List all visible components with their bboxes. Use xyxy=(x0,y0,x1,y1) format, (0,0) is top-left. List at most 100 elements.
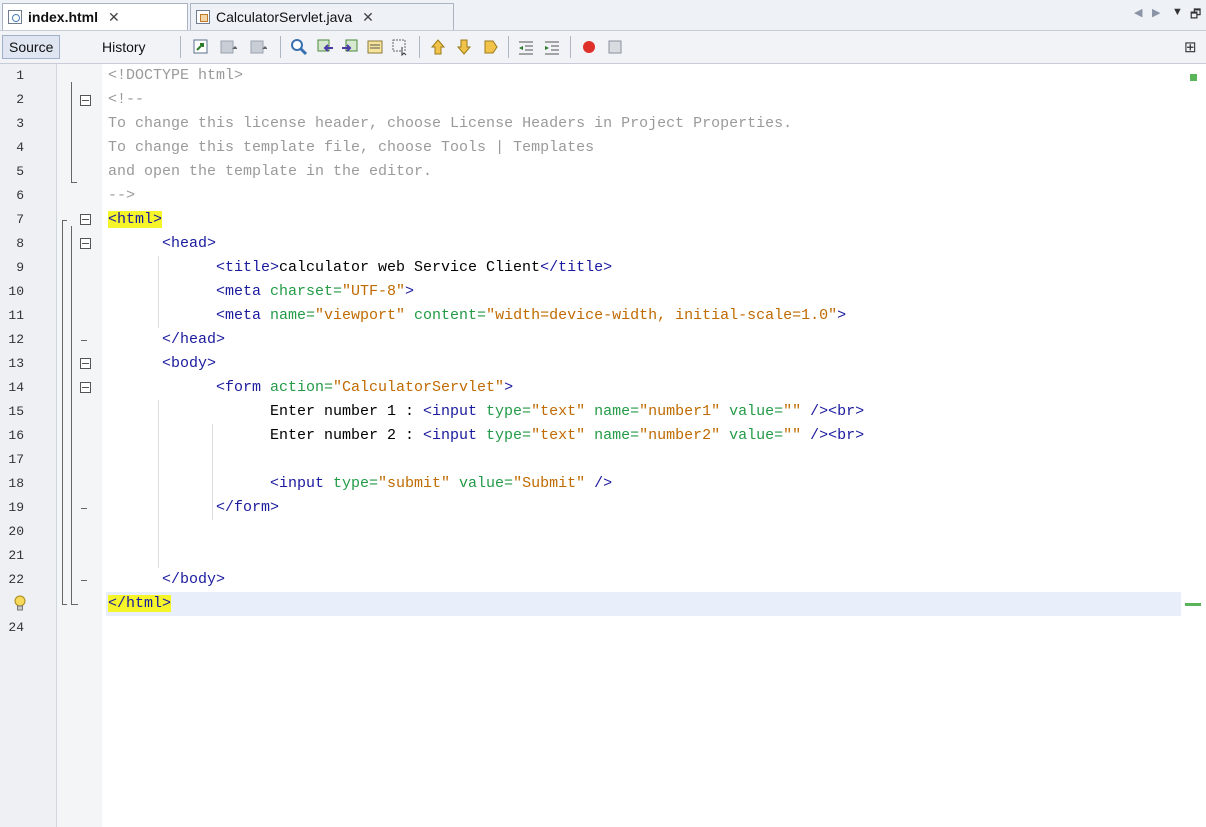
tag: <input xyxy=(270,475,334,492)
tag: <body> xyxy=(162,355,217,372)
code-line-12: </head> xyxy=(162,328,225,352)
toggle-bookmark-icon[interactable] xyxy=(481,38,499,56)
attribute-value: "number1" xyxy=(639,403,721,420)
fold-toggle-icon[interactable] xyxy=(80,95,91,106)
code-line-22: </body> xyxy=(162,568,225,592)
shift-line-right-icon[interactable] xyxy=(543,38,561,56)
tag: > xyxy=(504,379,514,396)
fold-line xyxy=(71,82,72,182)
fold-line xyxy=(62,220,63,604)
line-number: 3 xyxy=(16,116,24,131)
line-number: 4 xyxy=(16,140,24,155)
fold-toggle-icon[interactable] xyxy=(80,238,91,249)
line-number: 11 xyxy=(8,308,24,323)
show-opened-documents-icon[interactable]: ▼ xyxy=(1172,6,1183,18)
fold-toggle-icon[interactable] xyxy=(80,214,91,225)
current-line-stripe-marker[interactable] xyxy=(1185,603,1201,606)
lightbulb-hint-icon[interactable] xyxy=(13,595,27,613)
fold-toggle-icon[interactable] xyxy=(80,382,91,393)
line-number: 7 xyxy=(16,212,24,227)
indent-guide xyxy=(158,256,159,328)
tag: </body> xyxy=(162,571,226,588)
fold-line xyxy=(81,580,87,581)
line-number: 19 xyxy=(8,500,24,515)
code-editor[interactable]: 1 2 3 4 5 6 7 8 9 10 11 12 13 14 15 16 1… xyxy=(0,64,1206,827)
attribute-value: "CalculatorServlet" xyxy=(333,379,505,396)
code-line-7: <html> xyxy=(108,208,163,232)
close-tab-icon[interactable]: ✕ xyxy=(362,9,374,26)
attribute: value= xyxy=(720,403,784,420)
close-tab-icon[interactable]: ✕ xyxy=(108,9,120,26)
fold-toggle-icon[interactable] xyxy=(80,358,91,369)
attribute: action= xyxy=(270,379,334,396)
code-line-6: --> xyxy=(108,187,136,204)
code-line-8: <head> xyxy=(162,232,216,256)
code-line-23: </html> xyxy=(108,592,172,616)
editor-tab-bar: index.html ✕ CalculatorServlet.java ✕ ◀ … xyxy=(0,0,1206,31)
tag: <form xyxy=(216,379,271,396)
split-editor-icon[interactable]: ⊞ xyxy=(1184,38,1197,56)
source-view-button[interactable]: Source xyxy=(2,35,61,59)
tag: <meta xyxy=(216,283,271,300)
forward-icon[interactable] xyxy=(249,38,267,56)
code-line-5: and open the template in the editor. xyxy=(108,163,433,180)
tab-label: index.html xyxy=(28,9,99,25)
code-line-10: <meta charset="UTF-8"> xyxy=(216,280,414,304)
toolbar-separator xyxy=(180,36,181,58)
attribute-value: "number2" xyxy=(639,427,721,444)
fold-line xyxy=(71,182,77,183)
tag: </form> xyxy=(216,499,280,516)
code-line-18: <input type="submit" value="Submit" /> xyxy=(270,472,612,496)
attribute-value: "Submit" xyxy=(513,475,586,492)
scroll-tabs-right-icon[interactable]: ▶ xyxy=(1152,6,1160,19)
line-number: 12 xyxy=(8,332,24,347)
line-number: 20 xyxy=(8,524,24,539)
toolbar-separator xyxy=(508,36,509,58)
matched-tag: </html> xyxy=(108,595,172,612)
text: Enter number 2 : xyxy=(270,427,424,444)
next-bookmark-icon[interactable] xyxy=(455,38,473,56)
attribute-value: "text" xyxy=(531,403,586,420)
line-number: 16 xyxy=(8,428,24,443)
shift-line-left-icon[interactable] xyxy=(517,38,535,56)
toggle-highlight-search-icon[interactable] xyxy=(366,38,384,56)
line-number: 21 xyxy=(8,548,24,563)
line-number: 1 xyxy=(16,68,24,83)
attribute-value: "" xyxy=(783,403,802,420)
fold-line xyxy=(71,226,72,604)
tag: /> xyxy=(585,475,613,492)
previous-bookmark-icon[interactable] xyxy=(429,38,447,56)
line-number: 6 xyxy=(16,188,24,203)
line-number: 15 xyxy=(8,404,24,419)
code-line-16: Enter number 2 : <input type="text" name… xyxy=(270,424,864,448)
toolbar-separator xyxy=(280,36,281,58)
find-previous-icon[interactable] xyxy=(316,38,334,56)
attribute: content= xyxy=(405,307,487,324)
restore-window-icon[interactable]: 🗗 xyxy=(1190,5,1201,26)
toggle-rectangular-selection-icon[interactable] xyxy=(391,38,409,56)
attribute-value: "viewport" xyxy=(315,307,406,324)
start-macro-recording-icon[interactable] xyxy=(580,38,598,56)
scroll-tabs-left-icon[interactable]: ◀ xyxy=(1134,6,1142,19)
line-number: 18 xyxy=(8,476,24,491)
tab-label: CalculatorServlet.java xyxy=(216,9,353,25)
attribute-value: "UTF-8" xyxy=(342,283,406,300)
indent-guide xyxy=(158,400,159,568)
history-view-button[interactable]: History xyxy=(96,35,152,59)
attribute: charset= xyxy=(270,283,343,300)
code-line-19: </form> xyxy=(216,496,279,520)
find-next-icon[interactable] xyxy=(341,38,359,56)
line-number: 9 xyxy=(16,260,24,275)
attribute-value: "submit" xyxy=(378,475,451,492)
back-icon[interactable] xyxy=(219,38,237,56)
fold-line xyxy=(62,220,67,221)
line-number: 8 xyxy=(16,236,24,251)
editor-toolbar: Source History ⊞ xyxy=(0,31,1206,64)
tab-calculator-servlet[interactable]: CalculatorServlet.java ✕ xyxy=(190,3,454,30)
no-errors-indicator[interactable] xyxy=(1190,74,1197,81)
last-edit-icon[interactable] xyxy=(192,38,210,56)
tab-index-html[interactable]: index.html ✕ xyxy=(2,3,188,30)
stop-macro-recording-icon[interactable] xyxy=(606,38,624,56)
tag: /><br> xyxy=(801,403,865,420)
find-selection-icon[interactable] xyxy=(290,38,308,56)
